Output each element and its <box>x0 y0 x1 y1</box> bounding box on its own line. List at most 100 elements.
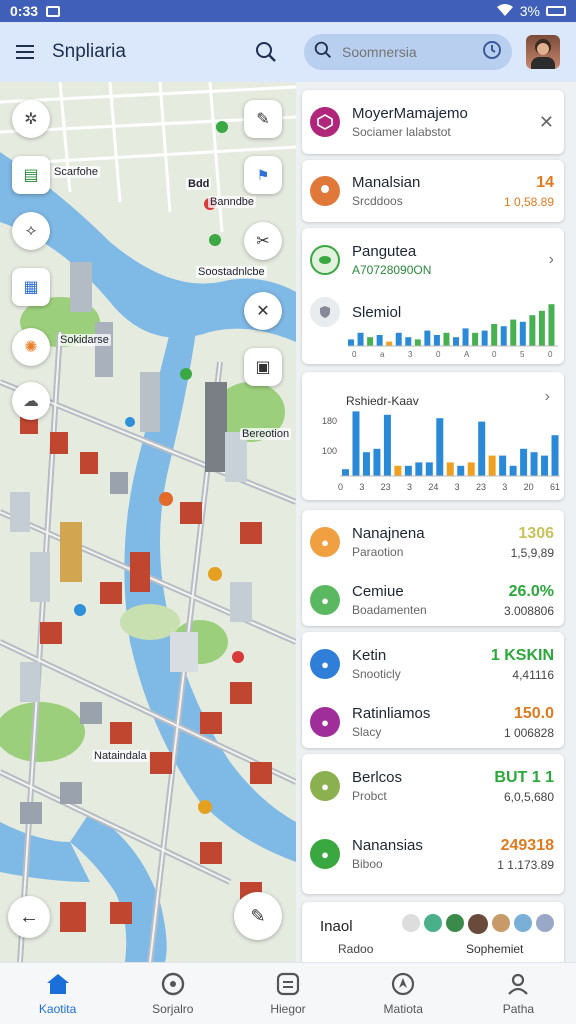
mini-axis-tick: 3 <box>408 350 413 359</box>
layers-button[interactable]: ✲ <box>12 100 50 138</box>
chart-bar <box>436 418 444 476</box>
mini-bar <box>376 335 383 346</box>
list-item-subvalue: 4,41116 <box>512 667 554 682</box>
mini-bar <box>433 335 440 346</box>
mini-bar <box>424 330 431 346</box>
transit-icon: ▦ <box>23 279 39 296</box>
list-item[interactable]: ● Ratinliamos Slacy 150.0 1 006828 <box>310 696 554 748</box>
tools-icon: ✂ <box>256 233 270 250</box>
mini-axis-tick: 0 <box>436 350 441 359</box>
nav-label: Sorjalro <box>152 1001 194 1016</box>
list-item[interactable]: ● Ketin Snooticly 1 KSKIN 4,41116 <box>310 638 554 690</box>
mini-axis-tick: 0 <box>548 350 553 359</box>
list-item-subvalue: 1 006828 <box>503 725 554 740</box>
avatar[interactable] <box>424 914 442 932</box>
map-label: Sokidarse <box>58 334 111 346</box>
save-map-button[interactable]: ▣ <box>244 348 282 386</box>
chart-card[interactable]: Rshiedr-Kaav › 180 100 0 3 23 3 24 3 23 3 20 61 <box>302 372 564 500</box>
mini-bar <box>548 304 555 346</box>
bus-icon: ▤ <box>23 167 39 184</box>
chart-bar <box>404 465 412 476</box>
nav-label: Hiegor <box>270 1001 306 1016</box>
list-item-value: 1 KSKIN <box>490 646 554 664</box>
search-input[interactable] <box>342 44 462 60</box>
x-tick: 20 <box>523 482 534 492</box>
nav-list[interactable]: Hiegor <box>230 963 345 1024</box>
avatar[interactable] <box>536 914 554 932</box>
close-icon[interactable]: ✕ <box>539 112 554 133</box>
list-item-value: 1306 <box>518 524 554 542</box>
globe-icon: ● <box>310 649 340 679</box>
mini-axis-tick: 0 <box>352 350 357 359</box>
list-item[interactable]: ● Nanajnena Paraotion 1306 1,5,9,89 <box>310 516 554 568</box>
bug-icon: ✲ <box>24 111 38 128</box>
arrow-left-icon: ← <box>19 905 39 928</box>
list-item-sub: Slacy <box>352 725 382 739</box>
mini-bar <box>472 332 479 346</box>
nav-home[interactable]: Kaotita <box>0 963 115 1024</box>
chart-bar <box>488 455 496 476</box>
measure-button[interactable]: ⚑ <box>244 156 282 194</box>
search-field[interactable] <box>304 34 512 70</box>
chart-bar <box>541 455 549 476</box>
draw-button[interactable]: ✎ <box>244 100 282 138</box>
avatar[interactable] <box>492 914 510 932</box>
avatar[interactable] <box>526 35 560 69</box>
list-item[interactable]: ● Nanansias Biboo 249318 1 1.173.89 <box>310 828 554 880</box>
selected-place-card[interactable]: MoyerMamajemo Sociamer lalabstot ✕ <box>302 90 564 154</box>
nav-explore[interactable]: Sorjalro <box>115 963 230 1024</box>
mini-bar <box>510 319 517 346</box>
search-icon[interactable] <box>246 32 286 72</box>
avatar[interactable] <box>468 914 488 934</box>
chart-bar <box>530 452 538 476</box>
mini-bar <box>395 332 402 346</box>
nav-label: Kaotita <box>38 1001 77 1016</box>
grid-icon: ● <box>310 707 340 737</box>
place-list-card[interactable]: ● Nanajnena Paraotion 1306 1,5,9,89 ● Cemiue Bo… <box>302 510 564 626</box>
home-icon: ● <box>310 527 340 557</box>
list-item[interactable]: ● Berlcos Probct BUT 1 1 6,0,5,680 <box>310 760 554 812</box>
route-button[interactable]: ▤ <box>12 156 50 194</box>
edit-map-button[interactable]: ✎ <box>234 892 282 940</box>
nav-profile[interactable]: Patha <box>461 963 576 1024</box>
chart-bar <box>446 462 454 476</box>
list-item[interactable]: ● Cemiue Boadamenten 26.0% 3.008806 <box>310 574 554 626</box>
avatar[interactable] <box>402 914 420 932</box>
footer-sub: Radoo <box>338 942 374 956</box>
menu-icon[interactable] <box>0 22 52 82</box>
share-button[interactable]: ⟡ <box>12 212 50 250</box>
list-item-value: 249318 <box>500 836 554 854</box>
transit-button[interactable]: ▦ <box>12 268 50 306</box>
stat-subvalue: 1 0,58.89 <box>503 194 554 209</box>
place-list-card[interactable]: ● Berlcos Probct BUT 1 1 6,0,5,680 ● Nanansias… <box>302 754 564 894</box>
avatar[interactable] <box>514 914 532 932</box>
trend-card[interactable]: Pangutea A70728090ON › Slemiol 0a30A050 <box>302 228 564 364</box>
nav-navigate[interactable]: Matiota <box>346 963 461 1024</box>
avatar[interactable] <box>446 914 464 932</box>
list-item-name: Berlcos <box>352 769 403 786</box>
recenter-button[interactable]: ☁ <box>12 382 50 420</box>
list-item-sub: Paraotion <box>352 545 404 559</box>
chart-bar <box>467 462 475 476</box>
poi-button[interactable]: ✺ <box>12 328 50 366</box>
status-bar: 0:33 3% <box>0 0 576 22</box>
compass-button[interactable]: ✕ <box>244 292 282 330</box>
mini-bar <box>405 337 412 346</box>
tools-button[interactable]: ✂ <box>244 222 282 260</box>
chevron-right-icon[interactable]: › <box>549 251 554 269</box>
back-button[interactable]: ← <box>8 896 50 938</box>
cube-icon <box>310 107 340 137</box>
place-list-card[interactable]: ● Ketin Snooticly 1 KSKIN 4,41116 ● Ratinliamo… <box>302 632 564 748</box>
side-panel: MoyerMamajemo Sociamer lalabstot ✕ Manal… <box>296 82 576 962</box>
map-view[interactable]: Scarfohe Banndbe Soostadnlcbe Sokidarse … <box>0 82 296 962</box>
mini-axis-tick: A <box>464 350 470 359</box>
battery-percent: 3% <box>519 3 540 19</box>
search-icon <box>314 41 332 64</box>
map-label: Banndbe <box>208 196 257 208</box>
stat-card[interactable]: Manalsian Srcddoos 14 1 0,58.89 <box>302 160 564 222</box>
clock-icon[interactable] <box>482 40 502 65</box>
x-tick: 61 <box>549 482 560 492</box>
bar-chart <box>340 411 560 477</box>
list-item-sub: Biboo <box>352 857 383 871</box>
bottom-navigation: Kaotita Sorjalro Hiegor Matiota Patha <box>0 962 576 1024</box>
